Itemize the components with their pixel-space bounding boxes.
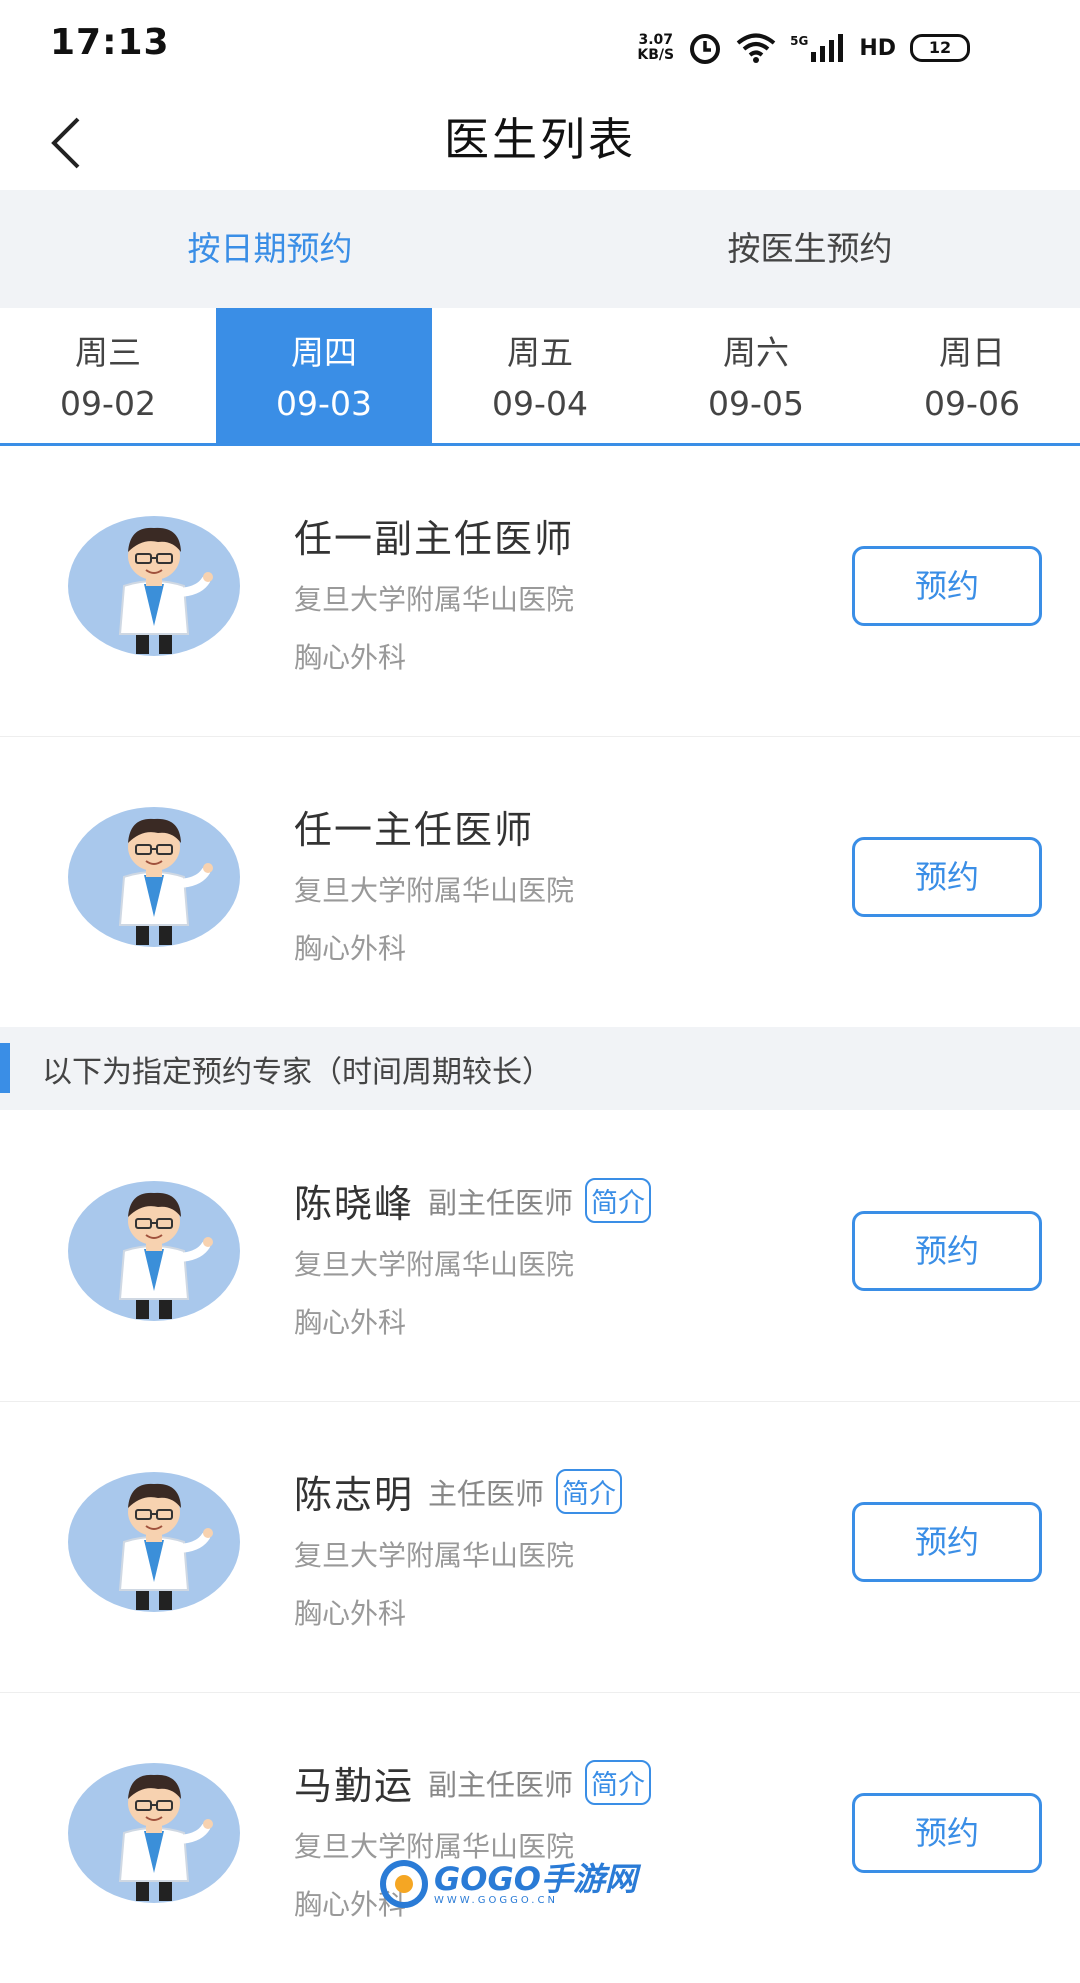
page-title: 医生列表 bbox=[443, 113, 636, 166]
doctor-name: 陈晓峰 bbox=[294, 1182, 415, 1226]
date-tab-0906[interactable]: 周日 09-06 bbox=[864, 308, 1080, 443]
doctor-department: 胸心外科 bbox=[294, 932, 407, 965]
intro-link[interactable]: 简介 bbox=[556, 1469, 623, 1514]
doctor-department: 胸心外科 bbox=[294, 1597, 407, 1630]
date-label: 09-03 bbox=[276, 384, 372, 423]
app-header: 医生列表 bbox=[0, 95, 1080, 190]
weekday-label: 周五 bbox=[507, 333, 573, 372]
book-button[interactable]: 预约 bbox=[852, 546, 1042, 626]
doctor-title: 主任医师 bbox=[428, 1476, 545, 1511]
section-accent-bar bbox=[0, 1043, 10, 1093]
weekday-label: 周日 bbox=[939, 333, 1005, 372]
status-bar: 17:13 3.07 KB/S 5G HD 12 bbox=[0, 0, 1080, 95]
doctor-department: 胸心外科 bbox=[294, 641, 407, 674]
battery-icon: 12 bbox=[910, 34, 970, 62]
expert-card[interactable]: 马勤运 副主任医师 简介 复旦大学附属华山医院 胸心外科 预约 bbox=[0, 1693, 1080, 1983]
doctor-card[interactable]: 任一副主任医师 复旦大学附属华山医院 胸心外科 预约 bbox=[0, 446, 1080, 738]
intro-link[interactable]: 简介 bbox=[585, 1178, 652, 1223]
signal-icon: 5G bbox=[790, 34, 845, 62]
doctor-name: 任一主任医师 bbox=[294, 808, 535, 852]
alarm-icon bbox=[690, 34, 721, 64]
watermark-icon bbox=[380, 1860, 428, 1908]
doctor-hospital: 复旦大学附属华山医院 bbox=[294, 1248, 575, 1281]
section-label: 以下为指定预约专家（时间周期较长） bbox=[42, 1055, 552, 1090]
book-button[interactable]: 预约 bbox=[852, 1793, 1042, 1873]
tab-by-date[interactable]: 按日期预约 bbox=[0, 190, 540, 308]
tab-by-doctor[interactable]: 按医生预约 bbox=[540, 190, 1080, 308]
book-button[interactable]: 预约 bbox=[852, 1211, 1042, 1291]
watermark-text: GOGO手游网 bbox=[434, 1859, 637, 1898]
watermark-logo: GOGO手游网 WWW.GOGGO.CN bbox=[380, 1858, 637, 1910]
date-tab-0903[interactable]: 周四 09-03 bbox=[216, 308, 432, 443]
book-button[interactable]: 预约 bbox=[852, 837, 1042, 917]
doctor-title: 副主任医师 bbox=[428, 1767, 574, 1802]
doctor-title: 副主任医师 bbox=[428, 1185, 574, 1220]
date-selector: 周三 09-02 周四 09-03 周五 09-04 周六 09-05 周日 0… bbox=[0, 308, 1080, 446]
date-label: 09-05 bbox=[708, 384, 804, 423]
doctor-name: 马勤运 bbox=[294, 1764, 415, 1808]
doctor-name: 陈志明 bbox=[294, 1473, 415, 1517]
doctor-hospital: 复旦大学附属华山医院 bbox=[294, 583, 575, 616]
doctor-hospital: 复旦大学附属华山医院 bbox=[294, 874, 575, 907]
weekday-label: 周四 bbox=[291, 333, 357, 372]
designated-experts-section: 以下为指定预约专家（时间周期较长） bbox=[0, 1027, 1080, 1110]
hd-icon: HD bbox=[859, 35, 896, 61]
date-tab-0902[interactable]: 周三 09-02 bbox=[0, 308, 216, 443]
status-icons: 3.07 KB/S 5G HD 12 bbox=[637, 24, 970, 72]
doctor-hospital: 复旦大学附属华山医院 bbox=[294, 1539, 575, 1572]
intro-link[interactable]: 简介 bbox=[585, 1760, 652, 1805]
doctor-avatar bbox=[68, 1181, 240, 1321]
doctor-card[interactable]: 任一主任医师 复旦大学附属华山医院 胸心外科 预约 bbox=[0, 737, 1080, 1029]
doctor-avatar bbox=[68, 516, 240, 656]
expert-card[interactable]: 陈志明 主任医师 简介 复旦大学附属华山医院 胸心外科 预约 bbox=[0, 1402, 1080, 1694]
weekday-label: 周六 bbox=[723, 333, 789, 372]
date-label: 09-02 bbox=[60, 384, 156, 423]
network-speed: 3.07 KB/S bbox=[637, 32, 675, 63]
wifi-icon bbox=[736, 33, 776, 63]
booking-mode-tabs: 按日期预约 按医生预约 bbox=[0, 190, 1080, 311]
doctor-name: 任一副主任医师 bbox=[294, 517, 575, 561]
expert-card[interactable]: 陈晓峰 副主任医师 简介 复旦大学附属华山医院 胸心外科 预约 bbox=[0, 1111, 1080, 1403]
status-time: 17:13 bbox=[50, 22, 170, 63]
date-label: 09-04 bbox=[492, 384, 588, 423]
date-label: 09-06 bbox=[924, 384, 1020, 423]
weekday-label: 周三 bbox=[75, 333, 141, 372]
date-tab-0905[interactable]: 周六 09-05 bbox=[648, 308, 864, 443]
doctor-avatar bbox=[68, 1472, 240, 1612]
doctor-avatar bbox=[68, 1763, 240, 1903]
date-tab-0904[interactable]: 周五 09-04 bbox=[432, 308, 648, 443]
doctor-avatar bbox=[68, 807, 240, 947]
book-button[interactable]: 预约 bbox=[852, 1502, 1042, 1582]
doctor-department: 胸心外科 bbox=[294, 1306, 407, 1339]
